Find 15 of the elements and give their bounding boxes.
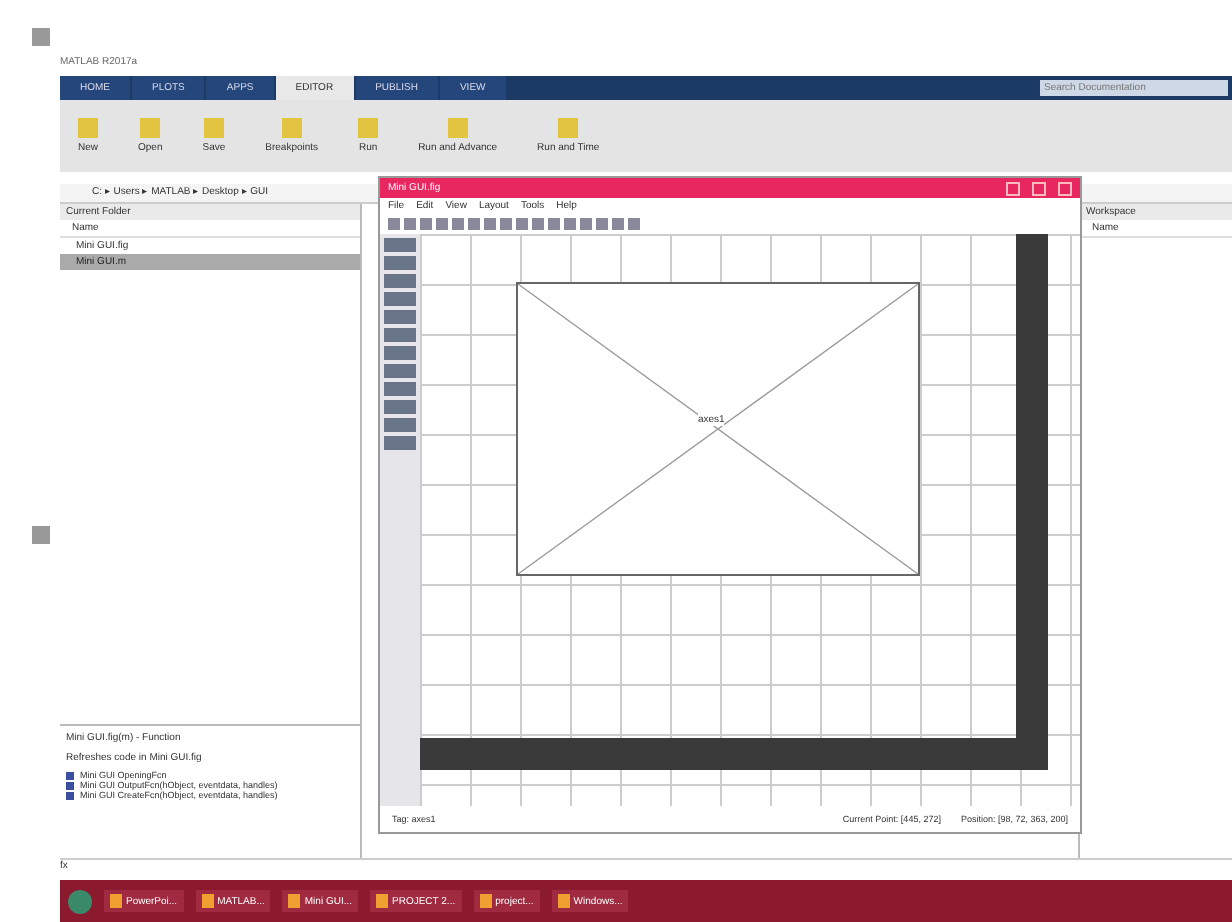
- start-icon[interactable]: [68, 889, 92, 913]
- palette-tool-icon[interactable]: [384, 418, 416, 432]
- palette-tool-icon[interactable]: [384, 346, 416, 360]
- palette-tool-icon[interactable]: [384, 292, 416, 306]
- palette-tool-icon[interactable]: [384, 328, 416, 342]
- palette-tool-icon[interactable]: [384, 274, 416, 288]
- palette-tool-icon[interactable]: [384, 436, 416, 450]
- palette-tool-icon[interactable]: [384, 382, 416, 396]
- palette-tool-icon[interactable]: [384, 256, 416, 270]
- palette-tool-icon[interactable]: [384, 238, 416, 252]
- palette-tool-icon[interactable]: [384, 364, 416, 378]
- palette-tool-icon[interactable]: [384, 310, 416, 324]
- palette-tool-icon[interactable]: [384, 400, 416, 414]
- desktop-marker: [32, 28, 50, 46]
- desktop-marker: [32, 526, 50, 544]
